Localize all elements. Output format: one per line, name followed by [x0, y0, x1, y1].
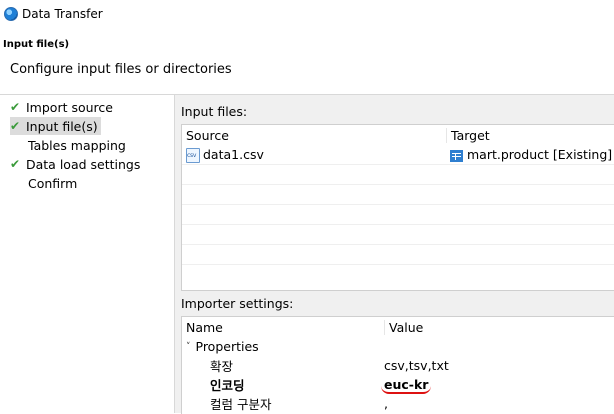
importer-settings-table[interactable]: Name Value ˅ Properties 확장 csv,tsv,txt 인… — [181, 316, 614, 414]
source-cell[interactable]: data1.csv — [182, 147, 446, 163]
wizard-header: Input file(s) Configure input files or d… — [0, 27, 614, 95]
empty-row — [182, 185, 614, 205]
sidebar-item-data-load-settings[interactable]: ✔ Data load settings — [10, 155, 143, 173]
property-name: 인코딩 — [210, 378, 245, 393]
property-value[interactable]: csv,tsv,txt — [380, 358, 449, 373]
content-pane: Input files: Source Target data1.csv mar… — [175, 95, 614, 414]
sidebar-item-label: Confirm — [28, 175, 78, 191]
annotation-underline — [381, 386, 431, 394]
target-cell[interactable]: mart.product [Existing] — [446, 147, 612, 162]
chevron-down-icon[interactable]: ˅ — [186, 342, 191, 352]
sidebar-item-input-files[interactable]: ✔ Input file(s) — [10, 117, 101, 135]
importer-settings-label: Importer settings: — [181, 296, 294, 311]
sidebar-item-label: Import source — [26, 99, 113, 115]
column-header-value[interactable]: Value — [385, 320, 423, 335]
table-icon — [450, 149, 463, 162]
window-titlebar: Data Transfer — [0, 0, 614, 27]
wizard-steps-sidebar: ✔ Import source ✔ Input file(s) Tables m… — [0, 95, 175, 413]
column-header-target[interactable]: Target — [447, 128, 490, 143]
property-value[interactable]: , — [380, 396, 388, 411]
sidebar-item-label: Input file(s) — [26, 118, 98, 134]
check-icon: ✔ — [10, 119, 21, 133]
empty-row — [182, 225, 614, 245]
sidebar-item-confirm[interactable]: Confirm — [10, 174, 80, 192]
sidebar-item-label: Tables mapping — [28, 137, 126, 153]
csv-file-icon — [186, 147, 200, 163]
empty-row — [182, 245, 614, 265]
page-title: Input file(s) — [3, 39, 70, 50]
property-name: 컬럼 구분자 — [210, 397, 272, 412]
sidebar-item-import-source[interactable]: ✔ Import source — [10, 98, 116, 116]
empty-row — [182, 205, 614, 225]
property-row[interactable]: 확장 csv,tsv,txt — [182, 356, 614, 375]
sidebar-item-label: Data load settings — [26, 156, 141, 172]
empty-row — [182, 165, 614, 185]
table-header: Source Target — [182, 125, 614, 145]
target-table: mart.product [Existing] — [467, 147, 613, 162]
source-filename: data1.csv — [203, 146, 264, 162]
app-icon — [4, 6, 18, 21]
check-icon: ✔ — [10, 157, 21, 171]
settings-header: Name Value — [182, 317, 614, 337]
column-header-name[interactable]: Name — [182, 319, 385, 335]
page-description: Configure input files or directories — [10, 62, 232, 77]
property-row[interactable]: 컬럼 구분자 , — [182, 394, 614, 413]
window-title: Data Transfer — [22, 6, 103, 21]
group-label: Properties — [195, 339, 259, 354]
table-row[interactable]: data1.csv mart.product [Existing] — [182, 145, 614, 165]
sidebar-item-tables-mapping[interactable]: Tables mapping — [10, 136, 129, 154]
properties-group[interactable]: ˅ Properties — [182, 337, 614, 356]
input-files-label: Input files: — [181, 104, 248, 119]
check-icon: ✔ — [10, 100, 21, 114]
input-files-table[interactable]: Source Target data1.csv mart.product [Ex… — [181, 124, 614, 291]
property-name: 확장 — [210, 359, 234, 374]
column-header-source[interactable]: Source — [182, 127, 447, 143]
